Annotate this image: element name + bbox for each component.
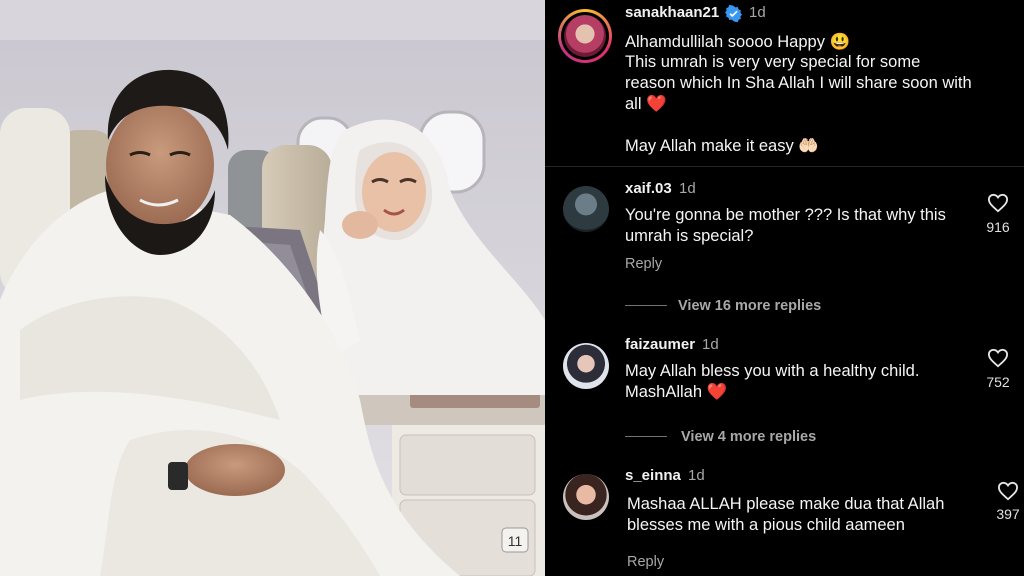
comment-text-line-1: You're gonna be mother ??? Is that why t… — [625, 206, 946, 224]
replies-divider-line — [625, 305, 667, 306]
reply-button[interactable]: Reply — [627, 554, 664, 570]
post-author-avatar[interactable] — [558, 9, 612, 63]
comment-text-line-2: MashAllah ❤️ — [625, 383, 728, 401]
post-photo: 11 — [0, 0, 545, 576]
svg-text:11: 11 — [508, 533, 523, 549]
comment-avatar[interactable] — [563, 186, 609, 232]
comment-time: 1d — [688, 467, 705, 484]
heart-outline-icon[interactable] — [987, 348, 1009, 368]
comment-username[interactable]: s_einna — [625, 467, 681, 484]
comment-time: 1d — [679, 180, 696, 197]
post-caption-line-3: reason which In Sha Allah I will share s… — [625, 74, 972, 92]
comment-avatar[interactable] — [563, 474, 609, 520]
caption-divider — [545, 166, 1024, 167]
post-caption-line-1: Alhamdullilah soooo Happy 😃 — [625, 33, 851, 51]
like-count: 397 — [996, 506, 1020, 522]
photo-illustration: 11 — [0, 0, 545, 576]
view-more-replies-button[interactable]: View 4 more replies — [681, 429, 816, 445]
heart-outline-icon[interactable] — [997, 481, 1019, 501]
replies-divider-line — [625, 436, 667, 437]
heart-outline-icon[interactable] — [987, 193, 1009, 213]
comment-username[interactable]: faizaumer — [625, 336, 695, 353]
comment-avatar[interactable] — [563, 343, 609, 389]
comments-panel: sanakhaan21 1d Alhamdullilah soooo Happy… — [545, 0, 1024, 576]
post-caption-line-5: May Allah make it easy 🤲🏻 — [625, 137, 819, 155]
post-author-username[interactable]: sanakhaan21 — [625, 4, 719, 21]
like-count: 916 — [986, 219, 1010, 235]
post-caption-line-2: This umrah is very very special for some — [625, 53, 921, 71]
comment-username[interactable]: xaif.03 — [625, 180, 672, 197]
comment-text-line-1: May Allah bless you with a healthy child… — [625, 362, 920, 380]
comment-time: 1d — [702, 336, 719, 353]
post-caption-line-4: all ❤️ — [625, 95, 667, 113]
comment-text-line-2: umrah is special? — [625, 227, 754, 245]
view-more-replies-button[interactable]: View 16 more replies — [678, 298, 821, 314]
comment-text-line-2: blesses me with a pious child aameen — [627, 516, 905, 534]
post-time: 1d — [749, 4, 766, 21]
verified-badge-icon — [725, 5, 742, 22]
comment-text-line-1: Mashaa ALLAH please make dua that Allah — [627, 495, 945, 513]
reply-button[interactable]: Reply — [625, 256, 662, 272]
like-count: 752 — [986, 374, 1010, 390]
